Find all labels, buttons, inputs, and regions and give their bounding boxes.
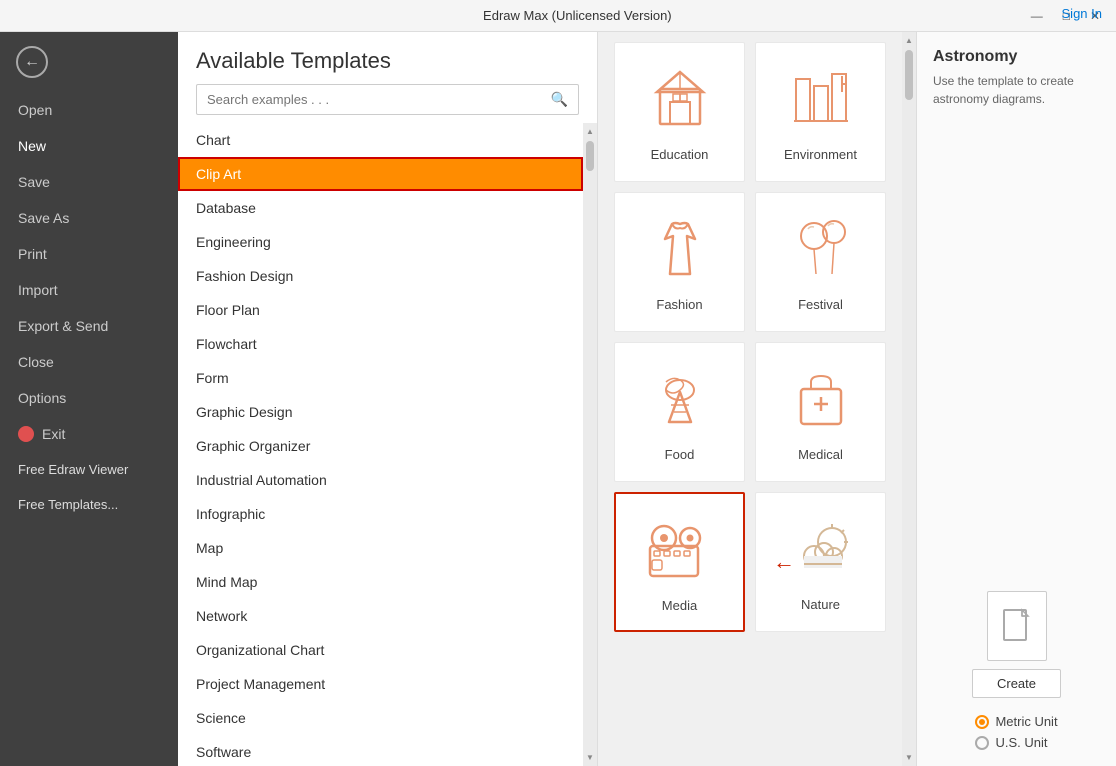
- festival-label: Festival: [798, 297, 843, 312]
- medical-label: Medical: [798, 447, 843, 462]
- category-item-engineering[interactable]: Engineering: [178, 225, 583, 259]
- template-panel-title: Available Templates: [196, 48, 579, 74]
- category-item-database[interactable]: Database: [178, 191, 583, 225]
- exit-icon: [18, 426, 34, 442]
- create-area: Create Metric Unit U.S. Unit: [933, 571, 1100, 750]
- sidebar: ← Open New Save Save As Print Import Exp…: [0, 32, 178, 766]
- sidebar-item-options[interactable]: Options: [0, 380, 178, 416]
- category-item-form[interactable]: Form: [178, 361, 583, 395]
- sign-in-link[interactable]: Sign In: [1062, 6, 1102, 21]
- back-icon: ←: [16, 46, 48, 78]
- environment-icon: [781, 59, 861, 139]
- media-icon: [640, 510, 720, 590]
- sidebar-item-saveas[interactable]: Save As: [0, 200, 178, 236]
- create-button[interactable]: Create: [972, 669, 1061, 698]
- minimize-btn[interactable]: —: [1025, 7, 1049, 25]
- scroll-up-arrow[interactable]: ▲: [584, 125, 596, 138]
- sidebar-item-export[interactable]: Export & Send: [0, 308, 178, 344]
- metric-unit-option[interactable]: Metric Unit: [975, 714, 1057, 729]
- category-item-infographic[interactable]: Infographic: [178, 497, 583, 531]
- category-item-network[interactable]: Network: [178, 599, 583, 633]
- nature-label: Nature: [801, 597, 840, 612]
- sidebar-item-new[interactable]: New: [0, 128, 178, 164]
- food-icon: [640, 359, 720, 439]
- search-bar: 🔍: [196, 84, 579, 115]
- us-radio[interactable]: [975, 736, 989, 750]
- window-title: Edraw Max (Unlicensed Version): [130, 8, 1025, 23]
- sidebar-item-exit[interactable]: Exit: [0, 416, 178, 452]
- metric-radio[interactable]: [975, 715, 989, 729]
- template-card-medical[interactable]: Medical: [755, 342, 886, 482]
- us-unit-option[interactable]: U.S. Unit: [975, 735, 1057, 750]
- sidebar-item-open[interactable]: Open: [0, 92, 178, 128]
- scroll-down-arrow[interactable]: ▼: [584, 751, 596, 764]
- sidebar-menu: Open New Save Save As Print Import Expor…: [0, 92, 178, 766]
- category-item-graphicdesign[interactable]: Graphic Design: [178, 395, 583, 429]
- create-document-icon: [987, 591, 1047, 661]
- category-item-graphicorganizer[interactable]: Graphic Organizer: [178, 429, 583, 463]
- category-item-software[interactable]: Software: [178, 735, 583, 766]
- fashion-label: Fashion: [656, 297, 702, 312]
- content-scrollbar[interactable]: ▲ ▼: [902, 32, 916, 766]
- environment-label: Environment: [784, 147, 857, 162]
- right-panel-description: Use the template to create astronomy dia…: [933, 72, 1100, 108]
- title-bar: Edraw Max (Unlicensed Version) — □ ✕: [0, 0, 1116, 32]
- category-item-map[interactable]: Map: [178, 531, 583, 565]
- template-panel: Available Templates 🔍 Chart Clip Art ←: [178, 32, 598, 766]
- nature-icon: [781, 509, 861, 589]
- template-card-media[interactable]: Media ←: [614, 492, 745, 632]
- education-icon: [640, 59, 720, 139]
- category-item-fashiondesign[interactable]: Fashion Design: [178, 259, 583, 293]
- unit-options: Metric Unit U.S. Unit: [975, 714, 1057, 750]
- content-scroll-down[interactable]: ▼: [903, 751, 915, 764]
- back-button[interactable]: ←: [0, 32, 178, 92]
- category-item-science[interactable]: Science: [178, 701, 583, 735]
- sidebar-item-save[interactable]: Save: [0, 164, 178, 200]
- category-item-orgchart[interactable]: Organizational Chart: [178, 633, 583, 667]
- category-item-projectmgmt[interactable]: Project Management: [178, 667, 583, 701]
- search-button[interactable]: 🔍: [541, 85, 578, 114]
- category-item-flowchart[interactable]: Flowchart: [178, 327, 583, 361]
- category-item-mindmap[interactable]: Mind Map: [178, 565, 583, 599]
- template-card-fashion[interactable]: Fashion: [614, 192, 745, 332]
- content-scroll-up[interactable]: ▲: [903, 34, 915, 47]
- category-list: Chart Clip Art ← Database Engineering Fa…: [178, 123, 583, 766]
- template-card-festival[interactable]: Festival: [755, 192, 886, 332]
- category-item-clipart[interactable]: Clip Art ←: [178, 157, 583, 191]
- medical-icon: [781, 359, 861, 439]
- sidebar-item-free-viewer[interactable]: Free Edraw Viewer: [0, 452, 178, 487]
- exit-label: Exit: [42, 426, 65, 442]
- media-label: Media: [662, 598, 697, 613]
- template-card-environment[interactable]: Environment: [755, 42, 886, 182]
- template-card-food[interactable]: Food: [614, 342, 745, 482]
- category-item-floorplan[interactable]: Floor Plan: [178, 293, 583, 327]
- category-list-wrapper: Chart Clip Art ← Database Engineering Fa…: [178, 123, 597, 766]
- template-card-education[interactable]: Education: [614, 42, 745, 182]
- sidebar-item-import[interactable]: Import: [0, 272, 178, 308]
- us-label: U.S. Unit: [995, 735, 1047, 750]
- template-grid: Education: [614, 42, 886, 632]
- metric-label: Metric Unit: [995, 714, 1057, 729]
- fashion-icon: [640, 209, 720, 289]
- right-panel-title: Astronomy: [933, 48, 1100, 66]
- festival-icon: [781, 209, 861, 289]
- category-item-chart[interactable]: Chart: [178, 123, 583, 157]
- search-input[interactable]: [197, 86, 541, 113]
- education-label: Education: [651, 147, 709, 162]
- category-scrollbar[interactable]: ▲ ▼: [583, 123, 597, 766]
- sidebar-item-close[interactable]: Close: [0, 344, 178, 380]
- content-scroll-thumb[interactable]: [905, 50, 913, 100]
- category-label: Clip Art: [196, 166, 241, 182]
- template-grid-container: Education: [598, 32, 902, 766]
- category-item-industrialautomation[interactable]: Industrial Automation: [178, 463, 583, 497]
- right-panel: Astronomy Use the template to create ast…: [916, 32, 1116, 766]
- sidebar-item-free-templates[interactable]: Free Templates...: [0, 487, 178, 522]
- sidebar-item-print[interactable]: Print: [0, 236, 178, 272]
- template-card-nature[interactable]: Nature: [755, 492, 886, 632]
- scroll-thumb[interactable]: [586, 141, 594, 171]
- template-header: Available Templates 🔍: [178, 32, 597, 123]
- food-label: Food: [665, 447, 695, 462]
